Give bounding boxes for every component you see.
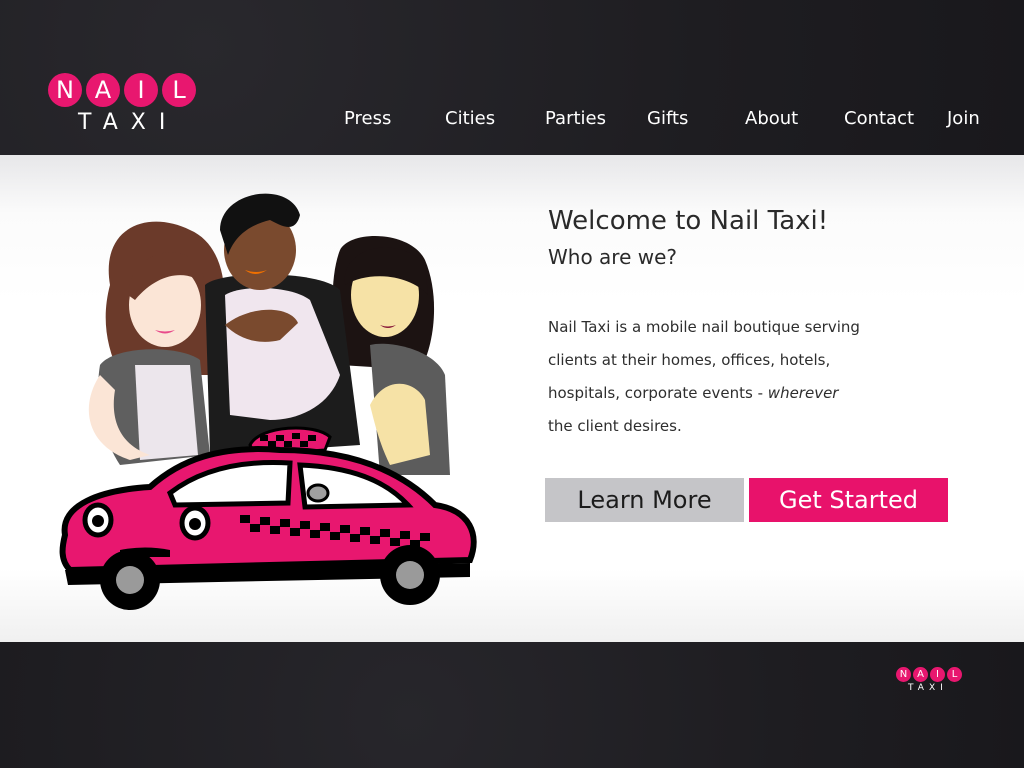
nav-parties[interactable]: Parties [545,108,606,129]
women-with-pink-taxi-illustration [59,193,477,610]
nail-taxi-logo[interactable]: N A I L TAXI [48,73,198,135]
taxi-mirror [306,483,330,503]
logo-letter: L [162,73,196,107]
site-footer: N A I L TAXI [0,642,1024,768]
intro-line: the client desires. [548,417,682,435]
logo-circles: N A I L [48,73,198,107]
logo-letter: A [86,73,120,107]
intro-emphasis: wherever [767,384,839,402]
hero-section: Welcome to Nail Taxi! Who are we? Nail T… [0,155,1024,642]
logo-letter: N [48,73,82,107]
intro-line: Nail Taxi is a mobile nail boutique serv… [548,318,860,336]
footer-logo-letter: A [913,667,928,682]
footer-logo[interactable]: N A I L TAXI [896,667,966,693]
site-header: N A I L TAXI Press Cities Parties Gifts … [0,0,1024,155]
footer-logo-subtitle: TAXI [908,683,948,693]
intro-line-text: hospitals, corporate events - [548,384,768,402]
nav-join[interactable]: Join [947,108,980,129]
intro-paragraph: Nail Taxi is a mobile nail boutique serv… [548,311,928,443]
nav-contact[interactable]: Contact [844,108,914,129]
logo-subtitle: TAXI [78,110,179,135]
footer-logo-circles: N A I L [896,667,966,682]
get-started-button[interactable]: Get Started [749,478,948,522]
logo-letter: I [124,73,158,107]
welcome-title: Welcome to Nail Taxi! [548,206,829,236]
intro-line: clients at their homes, offices, hotels, [548,351,831,369]
who-are-we-subtitle: Who are we? [548,245,678,269]
nav-gifts[interactable]: Gifts [647,108,688,129]
woman-left-shirt [135,365,198,460]
nav-about[interactable]: About [745,108,798,129]
footer-logo-letter: L [947,667,962,682]
footer-logo-letter: N [896,667,911,682]
learn-more-button[interactable]: Learn More [545,478,744,522]
footer-logo-letter: I [930,667,945,682]
intro-line: hospitals, corporate events - wherever [548,377,928,410]
nav-press[interactable]: Press [344,108,391,129]
nav-cities[interactable]: Cities [445,108,495,129]
